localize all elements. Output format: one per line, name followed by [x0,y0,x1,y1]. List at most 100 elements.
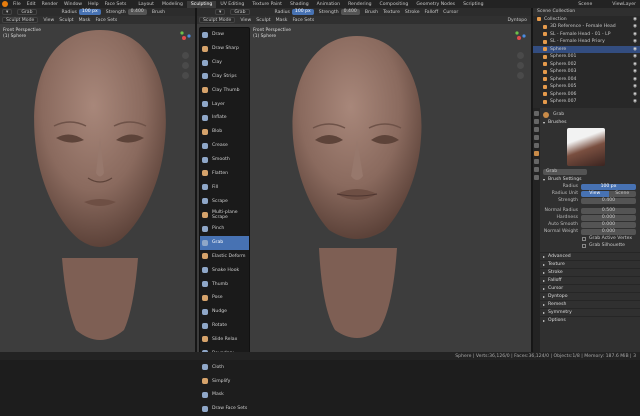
section-stroke[interactable]: ▸ Stroke [540,268,640,276]
brush-menu-item-nudge[interactable]: Nudge [200,305,249,319]
brush-preview[interactable] [567,128,605,166]
brush-menu-item-inflate[interactable]: Inflate [200,111,249,125]
tab-compositing[interactable]: Compositing [376,1,413,8]
menu-render[interactable]: Render [42,2,58,7]
zoom-icon[interactable] [517,52,524,59]
brush-settings-section[interactable]: ▾ Brush Settings [540,175,640,183]
brushes-section[interactable]: ▾ Brushes [540,118,640,126]
brush-datablock-field[interactable]: Grab [543,168,587,175]
blender-logo-icon[interactable] [2,1,8,7]
brush-menu-item-clay-thumb[interactable]: Clay Thumb [200,83,249,97]
section-symmetry[interactable]: ▸ Symmetry [540,308,640,316]
brush-menu-item-draw-sharp[interactable]: Draw Sharp [200,42,249,56]
brush-menu-item-draw-face-sets[interactable]: Draw Face Sets [200,402,249,416]
navigation-gizmo-icon[interactable] [511,30,527,46]
outliner-row[interactable]: Sphere ◉ [533,45,640,53]
scene-tab-icon[interactable] [534,135,539,140]
tab-geometry-nodes[interactable]: Geometry Nodes [412,1,459,8]
brush-menu-item-clay[interactable]: Clay [200,56,249,70]
tab-sculpting[interactable]: Sculpting [186,0,217,8]
outliner-row[interactable]: Sphere.007 ◉ [533,98,640,106]
brush-menu-item-smooth[interactable]: Smooth [200,153,249,167]
outliner-row[interactable]: Sphere.002 ◉ [533,61,640,69]
brush-menu-item-pinch[interactable]: Pinch [200,222,249,236]
outliner-row[interactable]: Collection ◉ [533,16,640,24]
eye-icon[interactable]: ◉ [633,77,637,82]
menu-face-sets[interactable]: Face Sets [105,2,127,7]
section-dyntopo[interactable]: ▸ Dyntopo [540,292,640,300]
render-tab-icon[interactable] [534,119,539,124]
eye-icon[interactable]: ◉ [633,84,637,89]
eye-icon[interactable]: ◉ [633,24,637,29]
menu-file[interactable]: File [13,2,21,7]
auto-smooth-field[interactable]: 0.000 [581,221,636,228]
radius-field[interactable]: 100 px [581,183,636,190]
eye-icon[interactable]: ◉ [633,47,637,52]
brush-menu-item-flatten[interactable]: Flatten [200,166,249,180]
camera-icon[interactable] [517,72,524,79]
outliner-row[interactable]: Sphere.003 ◉ [533,68,640,76]
material-tab-icon[interactable] [534,175,539,180]
eye-icon[interactable]: ◉ [633,69,637,74]
brush-menu-item-scrape[interactable]: Scrape [200,194,249,208]
brush-menu-item-cloth[interactable]: Cloth [200,360,249,374]
outliner-row[interactable]: SL - Female Head Priory ◉ [533,38,640,46]
grab-active-vertex-checkbox[interactable] [582,236,586,241]
output-tab-icon[interactable] [534,127,539,132]
brush-menu-item-clay-strips[interactable]: Clay Strips [200,70,249,84]
brush-menu-item-thumb[interactable]: Thumb [200,277,249,291]
menu-edit[interactable]: Edit [27,2,36,7]
brush-menu-item-fill[interactable]: Fill [200,180,249,194]
section-falloff[interactable]: ▸ Falloff [540,276,640,284]
brush-menu-item-multi-plane-scrape[interactable]: Multi-plane Scrape [200,208,249,222]
normal-radius-field[interactable]: 0.500 [581,207,636,214]
brush-menu-item-slide-relax[interactable]: Slide Relax [200,333,249,347]
section-cursor[interactable]: ▸ Cursor [540,284,640,292]
brush-menu-item-mask[interactable]: Mask [200,388,249,402]
strength-field[interactable]: 0.400 [581,197,636,204]
tab-animation[interactable]: Animation [313,1,344,8]
brush-menu-item-rotate[interactable]: Rotate [200,319,249,333]
eye-icon[interactable]: ◉ [633,62,637,67]
eye-icon[interactable]: ◉ [633,99,637,104]
eye-icon[interactable]: ◉ [633,17,637,22]
brush-menu-item-pose[interactable]: Pose [200,291,249,305]
tab-uv-editing[interactable]: UV Editing [216,1,248,8]
brush-menu-item-snake-hook[interactable]: Snake Hook [200,263,249,277]
brush-menu-item-simplify[interactable]: Simplify [200,374,249,388]
scene-selector[interactable]: Scene [578,2,592,7]
outliner-row[interactable]: Sphere.006 ◉ [533,91,640,99]
grab-silhouette-checkbox[interactable] [582,243,586,248]
tab-modeling[interactable]: Modeling [158,1,187,8]
menu-help[interactable]: Help [88,2,98,7]
brush-menu-item-elastic-deform[interactable]: Elastic Deform [200,250,249,264]
section-remesh[interactable]: ▸ Remesh [540,300,640,308]
outliner-row[interactable]: Sphere.004 ◉ [533,76,640,84]
navigation-gizmo-icon[interactable] [176,30,192,46]
modifier-tab-icon[interactable] [534,167,539,172]
pan-hand-icon[interactable] [517,62,524,69]
outliner-row[interactable]: Sphere.001 ◉ [533,53,640,61]
tab-layout[interactable]: Layout [134,1,158,8]
tab-texture-paint[interactable]: Texture Paint [248,1,286,8]
object-tab-icon[interactable] [534,159,539,164]
active-tool-tab-icon[interactable] [534,151,539,156]
tab-shading[interactable]: Shading [286,1,313,8]
section-advanced[interactable]: ▸ Advanced [540,252,640,260]
outliner-row[interactable]: 3D Reference - Female Head ◉ [533,23,640,31]
eye-icon[interactable]: ◉ [633,92,637,97]
head-model-left[interactable] [0,8,195,352]
brush-menu-item-draw[interactable]: Draw [200,28,249,42]
hardness-field[interactable]: 0.000 [581,214,636,221]
tab-rendering[interactable]: Rendering [344,1,375,8]
pan-hand-icon[interactable] [182,62,189,69]
world-tab-icon[interactable] [534,143,539,148]
viewport-left[interactable]: ▾ Grab Radius 100 px Strength 0.400 Brus… [0,8,195,352]
normal-weight-field[interactable]: 0.000 [581,228,636,235]
outliner-row[interactable]: Sphere.005 ◉ [533,83,640,91]
menu-window[interactable]: Window [64,2,82,7]
brush-menu-item-crease[interactable]: Crease [200,139,249,153]
zoom-icon[interactable] [182,52,189,59]
section-options[interactable]: ▸ Options [540,316,640,324]
radius-unit-scene-button[interactable]: Scene [608,190,636,197]
